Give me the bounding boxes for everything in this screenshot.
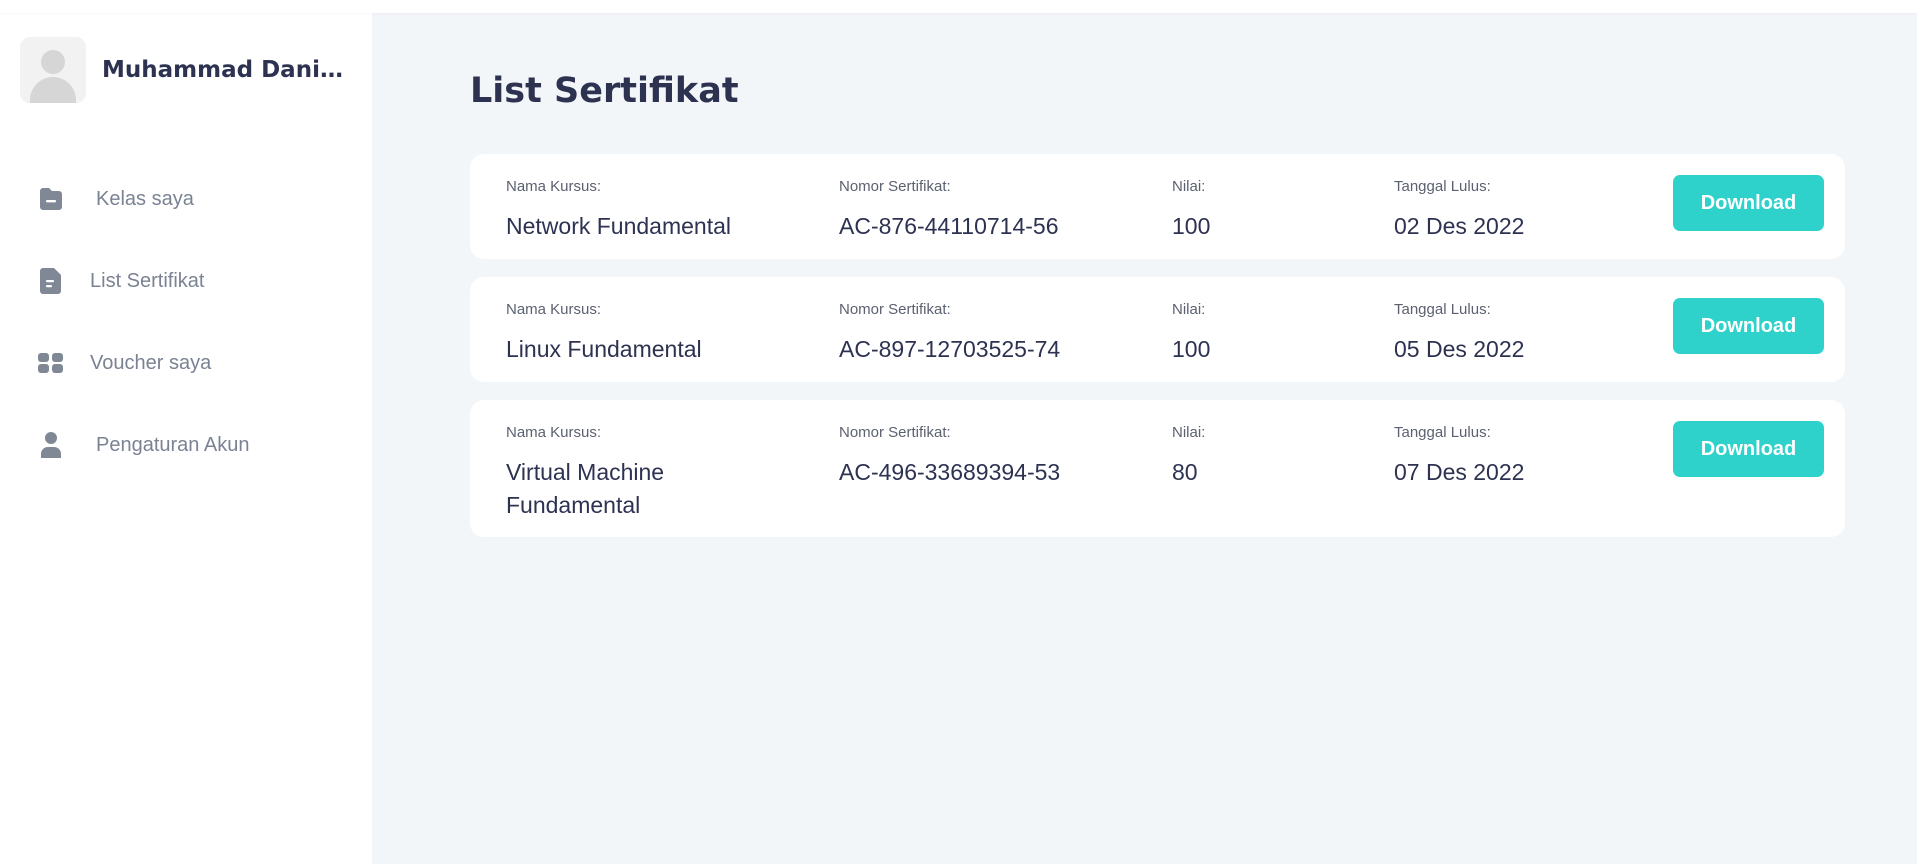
certificate-card: Nama Kursus: Network Fundamental Nomor S… [470, 154, 1845, 259]
course-field: Nama Kursus: Virtual Machine Fundamental [506, 424, 806, 522]
user-profile[interactable]: Muhammad Danish Adz Dzakwan [20, 37, 352, 103]
sidebar-item-kelas-saya[interactable]: Kelas saya [36, 158, 346, 240]
course-label: Nama Kursus: [506, 178, 602, 195]
certificate-number-field: Nomor Sertifikat: AC-897-12703525-74 [839, 301, 1159, 366]
certificate-card: Nama Kursus: Virtual Machine Fundamental… [470, 400, 1845, 537]
sidebar-item-pengaturan-akun[interactable]: Pengaturan Akun [36, 404, 346, 486]
score-value: 80 [1172, 459, 1198, 485]
user-icon [36, 430, 66, 460]
sidebar-item-label: List Sertifikat [90, 269, 205, 292]
certificate-number-field: Nomor Sertifikat: AC-876-44110714-56 [839, 178, 1159, 243]
graduation-date-label: Tanggal Lulus: [1394, 178, 1491, 195]
certificate-number-value: AC-496-33689394-53 [839, 459, 1061, 485]
folder-icon [36, 184, 66, 214]
certificate-card: Nama Kursus: Linux Fundamental Nomor Ser… [470, 277, 1845, 382]
avatar [20, 37, 86, 103]
certificate-number-field: Nomor Sertifikat: AC-496-33689394-53 [839, 424, 1159, 489]
course-label: Nama Kursus: [506, 424, 602, 441]
download-button[interactable]: Download [1673, 421, 1824, 477]
sidebar-item-label: Pengaturan Akun [96, 433, 250, 456]
sidebar-item-label: Kelas saya [96, 187, 194, 210]
certificate-number-label: Nomor Sertifikat: [839, 178, 951, 195]
sidebar: Muhammad Danish Adz Dzakwan Kelas saya L… [0, 13, 372, 864]
course-field: Nama Kursus: Linux Fundamental [506, 301, 806, 366]
course-value: Network Fundamental [506, 213, 731, 239]
voucher-icon [36, 348, 66, 378]
course-value: Virtual Machine Fundamental [506, 459, 665, 518]
sidebar-item-voucher-saya[interactable]: Voucher saya [36, 322, 346, 404]
document-icon [36, 266, 66, 296]
course-value: Linux Fundamental [506, 336, 702, 362]
graduation-date-value: 05 Des 2022 [1394, 336, 1525, 362]
download-button[interactable]: Download [1673, 298, 1824, 354]
certificate-list: Nama Kursus: Network Fundamental Nomor S… [470, 154, 1845, 555]
graduation-date-field: Tanggal Lulus: 07 Des 2022 [1394, 424, 1634, 489]
sidebar-item-label: Voucher saya [90, 351, 212, 374]
score-label: Nilai: [1172, 301, 1206, 318]
top-bar [0, 0, 1917, 13]
score-label: Nilai: [1172, 178, 1206, 195]
score-field: Nilai: 80 [1172, 424, 1372, 489]
graduation-date-field: Tanggal Lulus: 05 Des 2022 [1394, 301, 1634, 366]
certificate-number-label: Nomor Sertifikat: [839, 424, 951, 441]
graduation-date-field: Tanggal Lulus: 02 Des 2022 [1394, 178, 1634, 243]
user-name: Muhammad Danish Adz Dzakwan [102, 57, 352, 83]
page-title: List Sertifikat [470, 71, 739, 111]
download-button[interactable]: Download [1673, 175, 1824, 231]
graduation-date-value: 02 Des 2022 [1394, 213, 1525, 239]
certificate-number-value: AC-897-12703525-74 [839, 336, 1061, 362]
score-value: 100 [1172, 336, 1211, 362]
avatar-body [30, 77, 76, 103]
sidebar-item-list-sertifikat[interactable]: List Sertifikat [36, 240, 346, 322]
score-label: Nilai: [1172, 424, 1206, 441]
certificate-number-value: AC-876-44110714-56 [839, 213, 1059, 239]
course-label: Nama Kursus: [506, 301, 602, 318]
score-value: 100 [1172, 213, 1211, 239]
score-field: Nilai: 100 [1172, 178, 1372, 243]
score-field: Nilai: 100 [1172, 301, 1372, 366]
course-field: Nama Kursus: Network Fundamental [506, 178, 806, 243]
sidebar-nav: Kelas saya List Sertifikat Voucher saya … [36, 158, 346, 486]
avatar-head [41, 50, 65, 74]
graduation-date-label: Tanggal Lulus: [1394, 424, 1491, 441]
certificate-number-label: Nomor Sertifikat: [839, 301, 951, 318]
graduation-date-value: 07 Des 2022 [1394, 459, 1525, 485]
graduation-date-label: Tanggal Lulus: [1394, 301, 1491, 318]
